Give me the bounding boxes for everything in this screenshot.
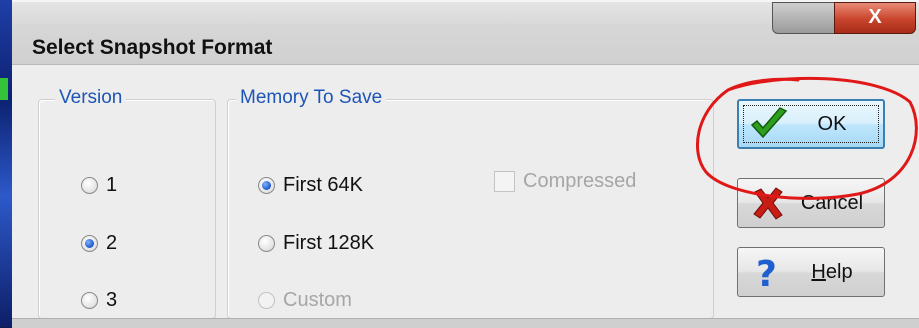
compressed-checkbox xyxy=(494,171,515,192)
memory-group-label: Memory To Save xyxy=(236,87,387,109)
svg-text:?: ? xyxy=(756,254,777,291)
version-option-label: 3 xyxy=(106,289,118,311)
memory-option-first-128k[interactable]: First 128K xyxy=(258,232,374,255)
memory-option-first-64k[interactable]: First 64K xyxy=(258,174,363,197)
ok-button-label: OK xyxy=(817,112,847,135)
version-option-label: 1 xyxy=(106,174,118,196)
memory-group: Memory To Save First 64K First 128K Cust… xyxy=(227,87,714,319)
memory-option-custom: Custom xyxy=(258,289,352,312)
desktop-green-mark xyxy=(0,78,8,100)
minimize-button[interactable] xyxy=(772,2,836,34)
memory-option-label: First 64K xyxy=(283,174,364,196)
version-option-2[interactable]: 2 xyxy=(81,232,117,255)
help-accelerator: H xyxy=(811,260,826,283)
close-icon: X xyxy=(868,6,882,28)
radio-button[interactable] xyxy=(81,292,98,309)
checkmark-icon xyxy=(747,104,791,144)
radio-button[interactable] xyxy=(258,235,275,252)
dialog-title: Select Snapshot Format xyxy=(32,36,273,59)
dialog-client-area: Version 1 2 3 Memory To Save First 64K F… xyxy=(12,64,919,328)
compressed-checkbox-row: Compressed xyxy=(494,170,636,193)
question-mark-icon: ? xyxy=(746,252,790,292)
version-option-label: 2 xyxy=(106,232,118,254)
ok-button[interactable]: OK xyxy=(737,99,885,149)
cancel-button-label: Cancel xyxy=(800,191,864,214)
help-button-label: Help xyxy=(790,261,884,284)
close-button[interactable]: X xyxy=(834,2,916,34)
dialog-window: Select Snapshot Format X Version 1 2 3 M… xyxy=(12,0,919,328)
memory-option-label: First 128K xyxy=(283,232,375,254)
version-group: Version 1 2 3 xyxy=(38,87,216,319)
red-x-icon xyxy=(746,183,790,223)
version-option-1[interactable]: 1 xyxy=(81,174,117,197)
radio-button-selected[interactable] xyxy=(81,235,98,252)
radio-button-disabled xyxy=(258,292,275,309)
help-button[interactable]: ? Help xyxy=(737,247,885,297)
memory-option-label: Custom xyxy=(283,289,352,311)
version-option-3[interactable]: 3 xyxy=(81,289,117,312)
version-group-label: Version xyxy=(55,87,127,109)
cancel-button[interactable]: Cancel xyxy=(737,178,885,228)
help-label-rest: elp xyxy=(825,260,853,283)
compressed-label: Compressed xyxy=(523,170,637,192)
radio-button[interactable] xyxy=(81,177,98,194)
radio-button-selected[interactable] xyxy=(258,177,275,194)
